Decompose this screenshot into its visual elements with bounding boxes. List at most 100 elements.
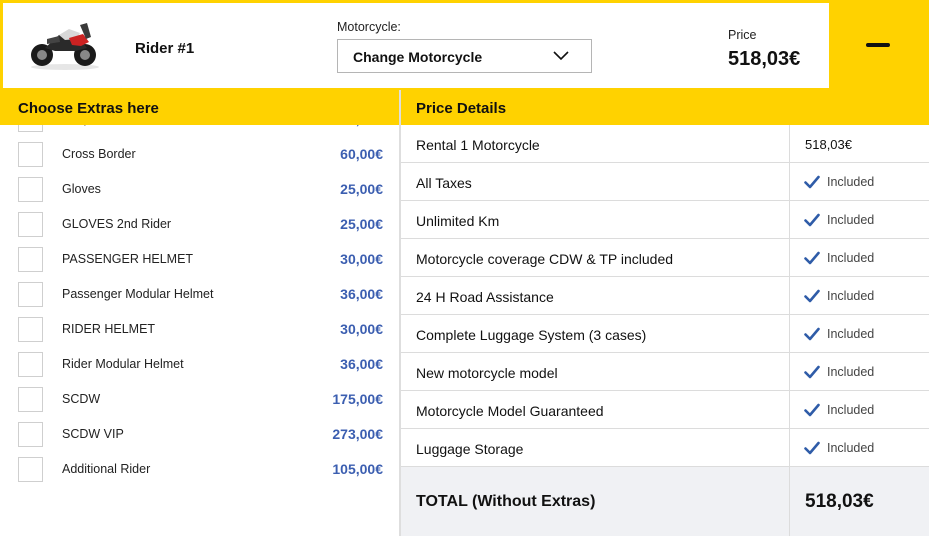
extra-checkbox[interactable] [18, 177, 43, 202]
extra-checkbox[interactable] [18, 422, 43, 447]
extra-name: PASSENGER HELMET [62, 252, 194, 266]
extra-price: 36,00€ [340, 356, 383, 372]
list-item[interactable]: Cross Border 60,00€ [0, 139, 399, 174]
check-icon [804, 365, 820, 379]
extra-checkbox[interactable] [18, 317, 43, 342]
list-item[interactable]: GLOVES 2nd Rider 25,00€ [0, 209, 399, 244]
list-item[interactable]: SCDW 175,00€ [0, 384, 399, 419]
list-item[interactable]: PASSENGER HELMET 30,00€ [0, 244, 399, 279]
extra-checkbox[interactable] [18, 457, 43, 482]
list-item[interactable]: Gloves 25,00€ [0, 174, 399, 209]
table-divider [789, 467, 790, 536]
included-text: Included [827, 251, 875, 265]
extra-name: SCDW [62, 392, 101, 406]
row-name: Rental 1 Motorcycle [416, 137, 540, 153]
extra-price: 30,00€ [340, 251, 383, 267]
list-item[interactable]: Passenger Modular Helmet 36,00€ [0, 279, 399, 314]
row-name: Unlimited Km [416, 213, 500, 229]
price-label: Price [728, 28, 757, 42]
list-item[interactable]: Cellphone Holder 15,00€ [0, 125, 399, 139]
extra-checkbox[interactable] [18, 212, 43, 237]
extra-checkbox[interactable] [18, 282, 43, 307]
row-name: 24 H Road Assistance [416, 289, 554, 305]
table-divider [789, 201, 790, 238]
included-text: Included [827, 365, 875, 379]
collapse-button[interactable] [866, 34, 892, 56]
table-row: Rental 1 Motorcycle 518,03€ [401, 125, 929, 163]
table-divider [789, 353, 790, 390]
motorcycle-select-value: Change Motorcycle [353, 49, 483, 65]
included-text: Included [827, 289, 875, 303]
extra-name: Rider Modular Helmet [62, 357, 184, 371]
extra-name: Gloves [62, 182, 101, 196]
table-row: 24 H Road Assistance Included [401, 277, 929, 315]
list-item[interactable]: Rider Modular Helmet 36,00€ [0, 349, 399, 384]
price-value: 518,03€ [728, 48, 801, 70]
table-divider [789, 429, 790, 466]
extra-name: Passenger Modular Helmet [62, 287, 214, 301]
check-icon [804, 327, 820, 341]
included-text: Included [827, 403, 875, 417]
included-text: Included [827, 175, 875, 189]
table-divider [789, 163, 790, 200]
extra-price: 60,00€ [340, 146, 383, 162]
extra-name: GLOVES 2nd Rider [62, 217, 172, 231]
row-name: Complete Luggage System (3 cases) [416, 327, 647, 343]
extra-checkbox[interactable] [18, 247, 43, 272]
table-row: Luggage Storage Included [401, 429, 929, 467]
extras-list[interactable]: Cellphone Holder 15,00€ Cross Border 60,00€… [0, 125, 399, 536]
price-details-header: Price Details [401, 90, 929, 125]
extra-price: 25,00€ [340, 216, 383, 232]
table-divider [789, 239, 790, 276]
extra-price: 105,00€ [332, 461, 383, 477]
motorcycle-label: Motorcycle: [337, 20, 401, 34]
extras-header: Choose Extras here [0, 90, 399, 125]
included-text: Included [827, 441, 875, 455]
check-icon [804, 289, 820, 303]
extra-name: Cross Border [62, 147, 136, 161]
extra-price: 15,00€ [340, 125, 383, 127]
extra-checkbox[interactable] [18, 352, 43, 377]
table-divider [789, 391, 790, 428]
table-row: Motorcycle coverage CDW & TP included Inc… [401, 239, 929, 277]
extra-checkbox[interactable] [18, 125, 43, 132]
table-row: Complete Luggage System (3 cases) Include… [401, 315, 929, 353]
minus-icon [866, 43, 890, 47]
list-item[interactable]: RIDER HELMET 30,00€ [0, 314, 399, 349]
extra-name: SCDW VIP [62, 427, 124, 441]
extra-name: Additional Rider [62, 462, 151, 476]
list-item[interactable]: Additional Rider 105,00€ [0, 454, 399, 489]
row-name: New motorcycle model [416, 365, 558, 381]
motorcycle-image [31, 23, 99, 70]
row-name: Motorcycle coverage CDW & TP included [416, 251, 674, 267]
rider-name: Rider #1 [135, 40, 195, 57]
extra-name: RIDER HELMET [62, 322, 156, 336]
included-text: Included [827, 213, 875, 227]
list-item[interactable]: SCDW VIP 273,00€ [0, 419, 399, 454]
check-icon [804, 175, 820, 189]
extra-checkbox[interactable] [18, 142, 43, 167]
row-name: Motorcycle Model Guaranteed [416, 403, 604, 419]
check-icon [804, 441, 820, 455]
motorcycle-select[interactable]: Change Motorcycle [337, 39, 592, 73]
extra-price: 30,00€ [340, 321, 383, 337]
chevron-down-icon [553, 51, 569, 61]
extra-price: 273,00€ [332, 426, 383, 442]
table-divider [789, 277, 790, 314]
check-icon [804, 213, 820, 227]
table-row: All Taxes Included [401, 163, 929, 201]
extra-price: 25,00€ [340, 181, 383, 197]
extra-price: 175,00€ [332, 391, 383, 407]
table-divider [789, 315, 790, 352]
table-row: Unlimited Km Included [401, 201, 929, 239]
total-value: 518,03€ [805, 491, 874, 512]
row-name: Luggage Storage [416, 441, 524, 457]
included-text: Included [827, 327, 875, 341]
check-icon [804, 251, 820, 265]
table-divider [789, 125, 790, 162]
extra-checkbox[interactable] [18, 387, 43, 412]
price-details-table: Rental 1 Motorcycle 518,03€ All Taxes Inclu… [401, 125, 929, 467]
rider-card: Rider #1 Motorcycle: Change Motorcycle P… [3, 3, 829, 88]
total-label: TOTAL (Without Extras) [416, 493, 596, 510]
check-icon [804, 403, 820, 417]
